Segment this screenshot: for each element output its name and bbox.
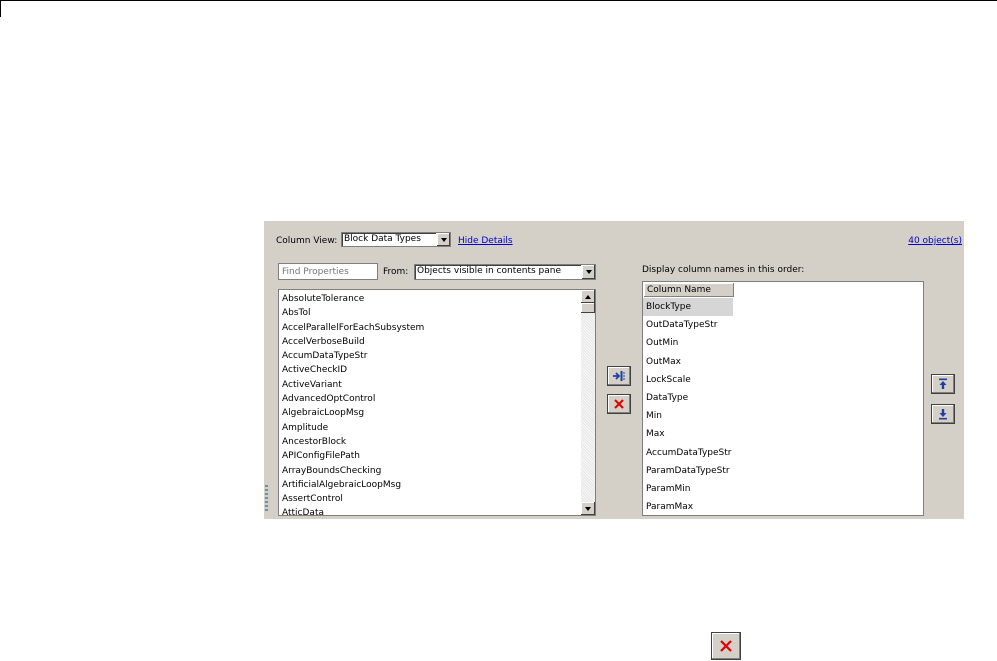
column-order-item[interactable]: BlockType <box>643 298 733 317</box>
delete-icon <box>720 640 732 652</box>
move-down-icon <box>939 409 947 420</box>
scroll-down-icon[interactable] <box>581 502 595 515</box>
remove-column-button[interactable] <box>607 394 631 414</box>
column-order-item[interactable]: LockScale <box>643 371 923 389</box>
from-value: Objects visible in contents pane <box>417 266 562 276</box>
scroll-thumb[interactable] <box>581 303 595 313</box>
property-list-item[interactable]: AssertControl <box>279 492 580 506</box>
property-list-item[interactable]: AbsoluteTolerance <box>279 292 580 306</box>
column-order-item[interactable]: ParamDataTypeStr <box>643 462 923 480</box>
column-view-select[interactable]: Block Data Types <box>341 232 451 247</box>
move-down-button[interactable] <box>931 404 955 424</box>
page-top-rule <box>0 0 997 1</box>
column-order-item[interactable]: ParamMax <box>643 498 923 515</box>
column-order-list[interactable]: Column Name BlockType OutDataTypeStr OutMi… <box>642 281 924 516</box>
hide-details-link[interactable]: Hide Details <box>458 236 513 246</box>
move-up-icon <box>939 378 947 389</box>
property-list-item[interactable]: Amplitude <box>279 421 580 435</box>
property-list-item[interactable]: AtticData <box>279 506 580 515</box>
chevron-down-icon[interactable] <box>436 233 450 246</box>
property-list-item[interactable]: AlgebraicLoopMsg <box>279 406 580 420</box>
column-order-item[interactable]: ParamMin <box>643 480 923 498</box>
column-order-heading: Display column names in this order: <box>642 265 805 275</box>
move-up-button[interactable] <box>931 374 955 394</box>
property-list-item[interactable]: AbsTol <box>279 306 580 320</box>
property-list-item[interactable]: AccumDataTypeStr <box>279 349 580 363</box>
object-count-link[interactable]: 40 object(s) <box>908 236 962 246</box>
column-view-value: Block Data Types <box>344 234 421 244</box>
column-order-item[interactable]: Min <box>643 407 923 425</box>
column-order-items: BlockType OutDataTypeStr OutMin OutMax LockS… <box>643 298 923 515</box>
property-list-item[interactable]: ActiveCheckID <box>279 363 580 377</box>
column-order-item[interactable]: AccumDataTypeStr <box>643 444 923 462</box>
column-order-item[interactable]: OutMax <box>643 353 923 371</box>
column-order-item[interactable]: Max <box>643 425 923 443</box>
column-order-item[interactable]: OutMin <box>643 334 923 352</box>
resize-grip-icon[interactable] <box>265 485 268 511</box>
from-select[interactable]: Objects visible in contents pane <box>414 264 596 280</box>
property-list-item[interactable]: ArrayBoundsChecking <box>279 464 580 478</box>
column-order-item[interactable]: DataType <box>643 389 923 407</box>
properties-items: AbsoluteTolerance AbsTol AccelParallelForE… <box>279 292 580 515</box>
find-properties-input[interactable] <box>278 263 378 280</box>
column-name-header[interactable]: Column Name <box>644 283 734 297</box>
remove-column-icon <box>614 399 624 409</box>
property-list-item[interactable]: AccelParallelForEachSubsystem <box>279 321 580 335</box>
column-order-item[interactable]: OutDataTypeStr <box>643 316 923 334</box>
property-list-item[interactable]: AncestorBlock <box>279 435 580 449</box>
column-view-label: Column View: <box>276 236 338 246</box>
delete-button-illustration <box>711 632 741 660</box>
property-list-item[interactable]: ActiveVariant <box>279 378 580 392</box>
page-corner-mark <box>0 0 1 17</box>
chevron-down-icon[interactable] <box>581 265 595 279</box>
property-list-item[interactable]: AccelVerboseBuild <box>279 335 580 349</box>
property-list-item[interactable]: AdvancedOptControl <box>279 392 580 406</box>
property-list-item[interactable]: ArtificialAlgebraicLoopMsg <box>279 478 580 492</box>
scroll-up-icon[interactable] <box>581 290 595 303</box>
add-column-icon <box>613 371 625 381</box>
column-view-panel: Column View: Block Data Types Hide Detai… <box>264 221 964 519</box>
add-column-button[interactable] <box>607 366 631 386</box>
properties-list[interactable]: AbsoluteTolerance AbsTol AccelParallelForE… <box>278 289 596 516</box>
from-label: From: <box>383 267 409 277</box>
property-list-item[interactable]: APIConfigFilePath <box>279 449 580 463</box>
properties-scrollbar[interactable] <box>581 290 595 515</box>
